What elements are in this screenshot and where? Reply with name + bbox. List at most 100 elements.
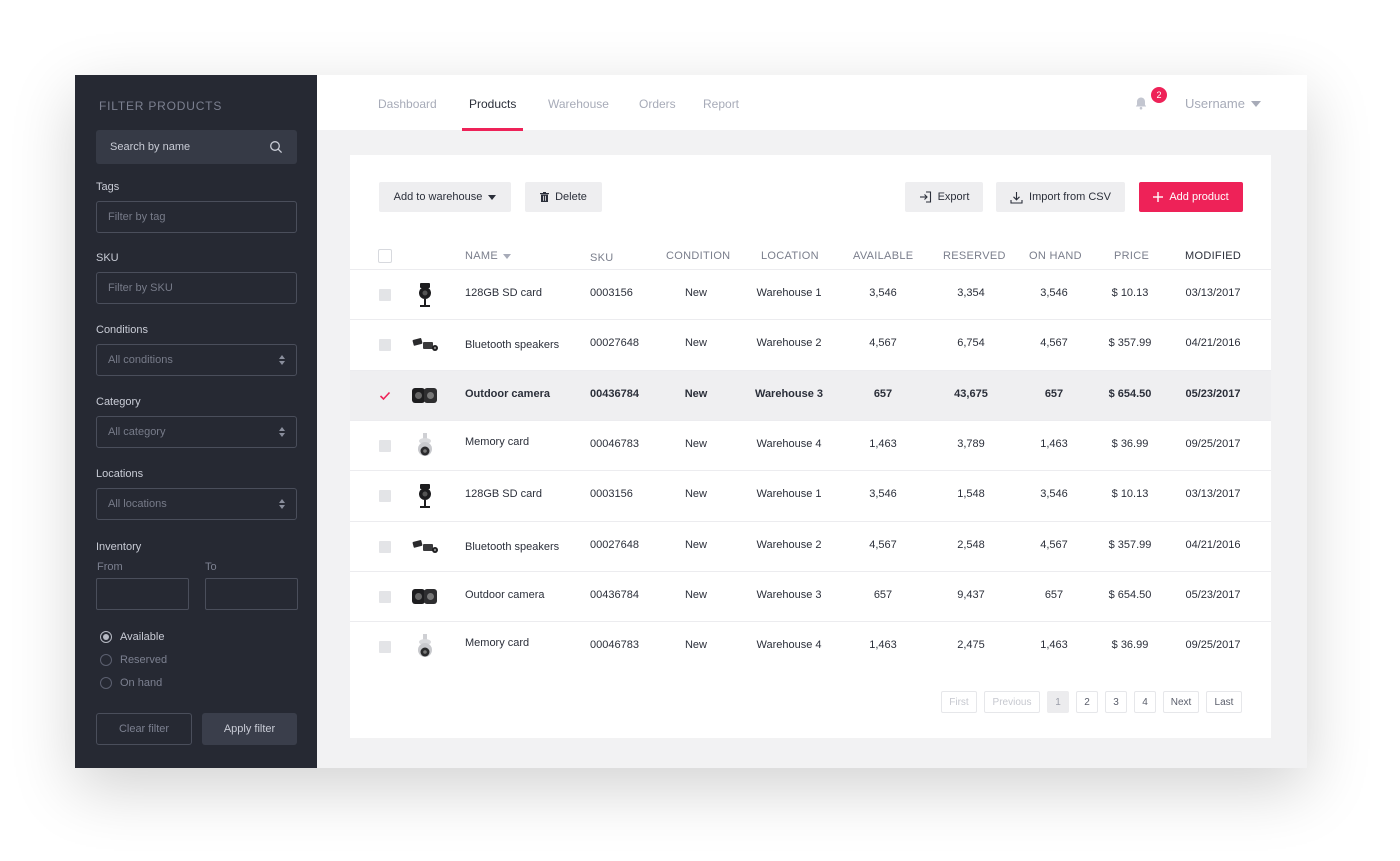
from-label: From (97, 561, 123, 573)
table-row[interactable]: Outdoor camera 00436784 New Warehouse 3 657 9… (350, 570, 1271, 621)
table-row[interactable]: Memory card 00046783 New Warehouse 4 1,463 2,… (350, 621, 1271, 671)
product-thumbnail (411, 432, 439, 460)
row-checkbox[interactable] (379, 289, 391, 301)
export-button[interactable]: Export (905, 182, 983, 212)
active-tab-indicator (462, 128, 523, 131)
search-box[interactable] (96, 130, 297, 164)
radio-label: On hand (120, 677, 163, 689)
conditions-label: Conditions (96, 324, 148, 336)
header-modified[interactable]: MODIFIED (1185, 250, 1241, 262)
last-page-button[interactable]: Last (1206, 691, 1242, 713)
camera-pair-icon (411, 538, 439, 556)
header-location[interactable]: LOCATION (761, 250, 819, 262)
notification-badge[interactable]: 2 (1151, 87, 1167, 103)
conditions-select[interactable]: All conditions (96, 344, 297, 376)
export-label: Export (937, 191, 970, 203)
import-csv-button[interactable]: Import from CSV (996, 182, 1125, 212)
camera-dome-icon (414, 282, 436, 308)
tab-dashboard[interactable]: Dashboard (378, 97, 437, 111)
tab-warehouse[interactable]: Warehouse (548, 97, 609, 111)
user-menu[interactable]: Username (1185, 96, 1261, 111)
row-checkbox[interactable] (379, 490, 391, 503)
page-1-button[interactable]: 1 (1047, 691, 1069, 713)
cell-name: Memory card (465, 435, 530, 448)
header-on-hand[interactable]: ON HAND (1029, 250, 1082, 262)
row-checkbox[interactable] (379, 390, 391, 402)
header-reserved[interactable]: RESERVED (943, 250, 1006, 262)
locations-select[interactable]: All locations (96, 488, 297, 520)
table-row[interactable]: Memory card 00046783 New Warehouse 4 1,463 3,… (350, 419, 1271, 470)
inventory-to-input[interactable] (205, 578, 298, 610)
product-thumbnail (411, 533, 439, 561)
radio-reserved[interactable]: Reserved (100, 654, 167, 666)
tags-input[interactable] (108, 211, 285, 223)
sku-input[interactable] (108, 282, 285, 294)
sidebar-title: FILTER PRODUCTS (99, 99, 223, 113)
page-2-button[interactable]: 2 (1076, 691, 1098, 713)
bell-icon[interactable] (1134, 96, 1148, 110)
table-row[interactable]: Bluetooth speakers 00027648 New Warehouse 2… (350, 520, 1271, 571)
locations-value: All locations (108, 498, 167, 510)
header-price[interactable]: PRICE (1114, 250, 1149, 262)
select-all-checkbox[interactable] (378, 249, 392, 263)
product-thumbnail (411, 382, 439, 410)
search-icon[interactable] (269, 140, 283, 154)
cell-location: Warehouse 1 (756, 287, 822, 299)
next-page-button[interactable]: Next (1163, 691, 1199, 713)
header-sku[interactable]: SKU (590, 252, 614, 264)
tab-orders[interactable]: Orders (639, 97, 676, 111)
download-icon (1010, 191, 1023, 204)
row-checkbox[interactable] (379, 339, 391, 352)
row-checkbox[interactable] (379, 641, 391, 654)
select-arrows-icon (279, 499, 285, 509)
row-checkbox[interactable] (379, 540, 391, 553)
first-page-button[interactable]: First (941, 691, 977, 713)
top-nav: Dashboard Products Warehouse Orders Repo… (317, 75, 1307, 131)
tags-field[interactable] (96, 201, 297, 233)
header-name-label: NAME (465, 250, 498, 262)
apply-filter-button[interactable]: Apply filter (202, 713, 297, 745)
category-select[interactable]: All category (96, 416, 297, 448)
tab-products[interactable]: Products (469, 97, 516, 111)
delete-button[interactable]: Delete (525, 182, 602, 212)
cell-available: 4,567 (869, 337, 897, 350)
header-name[interactable]: NAME (465, 250, 511, 262)
radio-available[interactable]: Available (100, 631, 164, 643)
table-row[interactable]: 128GB SD card 0003156 New Warehouse 1 3,546 3… (350, 269, 1271, 319)
add-product-button[interactable]: Add product (1139, 182, 1243, 212)
table-row[interactable]: Outdoor camera 00436784 New Warehouse 3 657 4… (350, 369, 1271, 420)
radio-button[interactable] (100, 654, 112, 666)
cell-condition: New (684, 538, 707, 551)
add-to-warehouse-button[interactable]: Add to warehouse (379, 182, 511, 212)
previous-page-button[interactable]: Previous (984, 691, 1040, 713)
sku-label: SKU (96, 252, 119, 264)
product-thumbnail (411, 482, 439, 510)
row-checkbox[interactable] (379, 590, 391, 603)
row-checkbox[interactable] (379, 439, 391, 452)
sku-field[interactable] (96, 272, 297, 304)
tab-report[interactable]: Report (703, 97, 739, 111)
header-available[interactable]: AVAILABLE (853, 250, 913, 262)
search-input[interactable] (110, 141, 269, 153)
header-condition[interactable]: CONDITION (666, 250, 730, 262)
cell-modified: 09/25/2017 (1185, 639, 1241, 652)
page-4-button[interactable]: 4 (1134, 691, 1156, 713)
products-card: Add to warehouse Delete Export Import fr… (350, 155, 1271, 738)
cell-sku: 00436784 (590, 387, 639, 400)
plus-icon (1153, 192, 1164, 202)
radio-on-hand[interactable]: On hand (100, 677, 162, 689)
inventory-from-input[interactable] (96, 578, 189, 610)
cell-name: 128GB SD card (465, 287, 543, 299)
clear-filter-button[interactable]: Clear filter (96, 713, 192, 745)
radio-button[interactable] (100, 677, 112, 689)
cell-available: 657 (873, 588, 893, 601)
table-row[interactable]: Bluetooth speakers 00027648 New Warehouse 2… (350, 319, 1271, 369)
radio-label: Reserved (120, 654, 168, 666)
page-3-button[interactable]: 3 (1105, 691, 1127, 713)
table-header: NAME SKU CONDITION LOCATION AVAILABLE RE… (350, 242, 1271, 269)
radio-button[interactable] (100, 631, 112, 643)
trash-icon (540, 192, 550, 202)
delete-label: Delete (555, 191, 587, 203)
table-row[interactable]: 128GB SD card 0003156 New Warehouse 1 3,546 1… (350, 470, 1271, 520)
cell-modified: 03/13/2017 (1185, 287, 1241, 299)
